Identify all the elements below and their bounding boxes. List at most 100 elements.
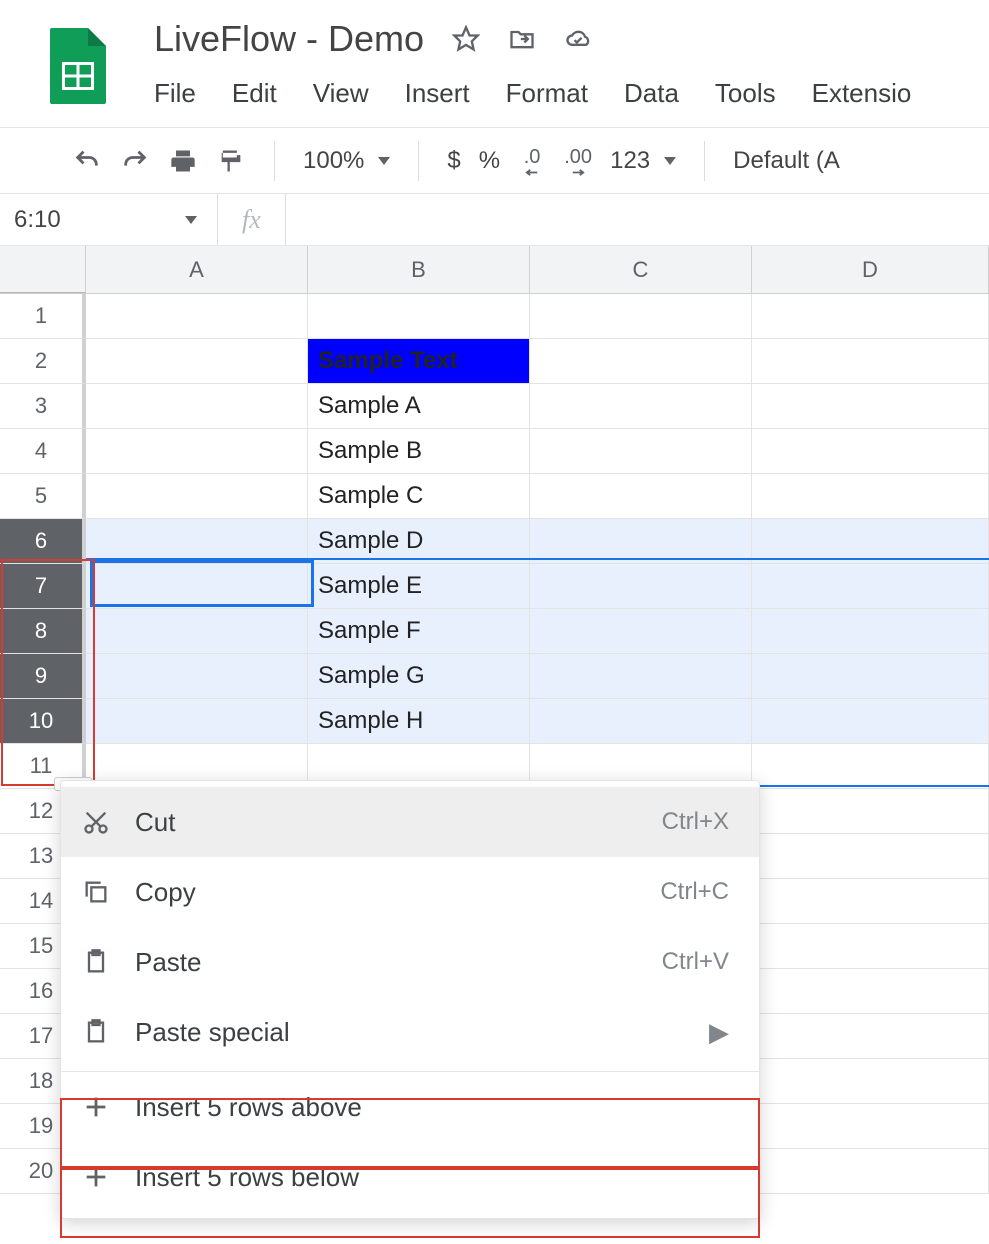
increase-decimal-icon[interactable]: .00 (564, 146, 592, 176)
cell[interactable]: Sample C (308, 474, 530, 519)
cell[interactable] (86, 294, 308, 339)
cell[interactable] (530, 654, 752, 699)
row-header[interactable]: 7 (0, 564, 86, 609)
menu-copy[interactable]: Copy Ctrl+C (61, 857, 759, 927)
menu-format[interactable]: Format (506, 78, 588, 109)
cell[interactable] (86, 609, 308, 654)
chevron-down-icon (378, 157, 390, 165)
cell[interactable] (86, 429, 308, 474)
cell[interactable] (86, 384, 308, 429)
number-format-dropdown[interactable]: 123 (610, 147, 676, 175)
redo-icon[interactable] (120, 146, 150, 176)
zoom-dropdown[interactable]: 100% (303, 147, 390, 175)
cell[interactable] (86, 654, 308, 699)
menu-file[interactable]: File (154, 78, 196, 109)
cell[interactable] (752, 1014, 989, 1059)
menu-view[interactable]: View (313, 78, 369, 109)
cell[interactable] (752, 1104, 989, 1149)
chevron-down-icon (664, 157, 676, 165)
table-row: 8 Sample F (0, 609, 989, 654)
cell[interactable]: Sample B (308, 429, 530, 474)
cell[interactable] (530, 699, 752, 744)
cell[interactable] (752, 744, 989, 789)
name-box[interactable]: 6:10 (0, 194, 218, 245)
menu-tools[interactable]: Tools (715, 78, 776, 109)
cell[interactable] (752, 1149, 989, 1194)
cell[interactable] (752, 429, 989, 474)
row-header[interactable]: 10 (0, 699, 86, 744)
table-row: 7 Sample E (0, 564, 989, 609)
cell[interactable] (86, 699, 308, 744)
cell[interactable] (308, 294, 530, 339)
cell[interactable] (530, 294, 752, 339)
cell[interactable] (752, 924, 989, 969)
cell[interactable] (752, 969, 989, 1014)
cell[interactable] (530, 429, 752, 474)
menu-data[interactable]: Data (624, 78, 679, 109)
decrease-decimal-icon[interactable]: .0 (518, 146, 546, 176)
cell[interactable] (86, 474, 308, 519)
cell[interactable]: Sample E (308, 564, 530, 609)
font-dropdown[interactable]: Default (A (733, 147, 840, 175)
cell[interactable] (530, 384, 752, 429)
table-row: 2 Sample Text (0, 339, 989, 384)
table-row: 5 Sample C (0, 474, 989, 519)
cell[interactable] (752, 384, 989, 429)
menu-paste[interactable]: Paste Ctrl+V (61, 927, 759, 997)
row-header[interactable]: 4 (0, 429, 86, 474)
cell[interactable] (752, 294, 989, 339)
col-header-D[interactable]: D (752, 246, 989, 293)
cell[interactable]: Sample G (308, 654, 530, 699)
row-header[interactable]: 1 (0, 294, 86, 339)
star-icon[interactable] (452, 25, 480, 53)
print-icon[interactable] (168, 146, 198, 176)
cell[interactable]: Sample A (308, 384, 530, 429)
select-all-corner[interactable] (0, 246, 86, 293)
cell[interactable] (752, 339, 989, 384)
format-percent-button[interactable]: % (479, 147, 500, 175)
menu-insert-rows-above[interactable]: Insert 5 rows above (61, 1072, 759, 1142)
formula-input[interactable] (286, 194, 989, 245)
selection-border-top (86, 558, 989, 560)
row-header[interactable]: 5 (0, 474, 86, 519)
cell[interactable] (752, 699, 989, 744)
cell[interactable] (752, 654, 989, 699)
menu-insert[interactable]: Insert (405, 78, 470, 109)
paint-format-icon[interactable] (216, 146, 246, 176)
document-title[interactable]: LiveFlow - Demo (154, 18, 424, 60)
cut-icon (81, 807, 111, 837)
col-header-A[interactable]: A (86, 246, 308, 293)
menu-insert-rows-below[interactable]: Insert 5 rows below (61, 1142, 759, 1212)
row-header[interactable]: 3 (0, 384, 86, 429)
cell[interactable] (530, 474, 752, 519)
undo-icon[interactable] (72, 146, 102, 176)
cell[interactable] (752, 789, 989, 834)
col-header-C[interactable]: C (530, 246, 752, 293)
move-folder-icon[interactable] (508, 25, 536, 53)
cell[interactable] (86, 564, 308, 609)
row-header[interactable]: 2 (0, 339, 86, 384)
menu-extensions[interactable]: Extensio (812, 78, 912, 109)
menu-paste-special[interactable]: Paste special ▶ (61, 997, 759, 1067)
cell[interactable] (752, 834, 989, 879)
cloud-saved-icon[interactable] (564, 25, 592, 53)
format-currency-button[interactable]: $ (447, 147, 460, 175)
cell[interactable]: Sample F (308, 609, 530, 654)
cell[interactable] (530, 564, 752, 609)
cell[interactable] (752, 1059, 989, 1104)
cell[interactable]: Sample Text (308, 339, 530, 384)
cell[interactable] (752, 474, 989, 519)
cell[interactable] (752, 609, 989, 654)
menu-cut[interactable]: Cut Ctrl+X (61, 787, 759, 857)
cell[interactable] (752, 564, 989, 609)
cell[interactable] (752, 879, 989, 924)
menu-edit[interactable]: Edit (232, 78, 277, 109)
cell[interactable] (530, 609, 752, 654)
row-header[interactable]: 9 (0, 654, 86, 699)
row-header[interactable]: 8 (0, 609, 86, 654)
cell[interactable]: Sample H (308, 699, 530, 744)
row-header[interactable]: 6 (0, 519, 86, 564)
col-header-B[interactable]: B (308, 246, 530, 293)
cell[interactable] (86, 339, 308, 384)
cell[interactable] (530, 339, 752, 384)
